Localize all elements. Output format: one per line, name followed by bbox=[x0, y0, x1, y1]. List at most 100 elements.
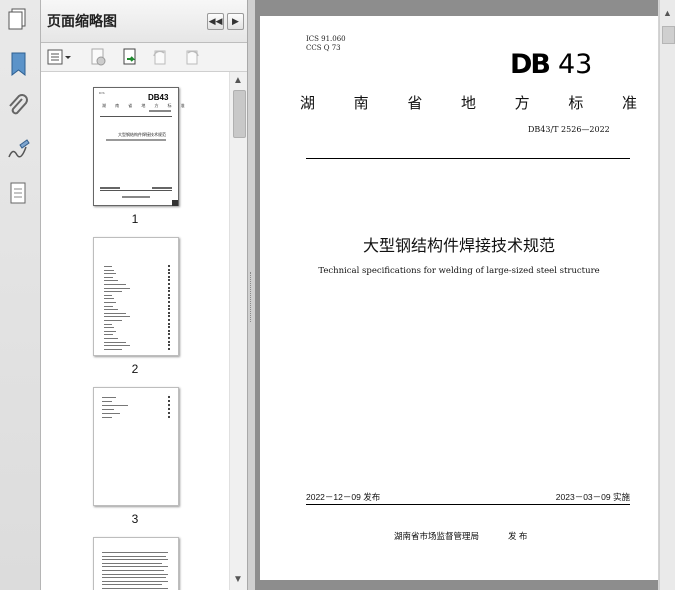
thumb-text-line bbox=[104, 323, 112, 325]
thumbnail-toolbar bbox=[41, 43, 247, 72]
page-thumbnail-2[interactable] bbox=[93, 237, 179, 356]
thumb-resize-handle[interactable] bbox=[172, 200, 178, 206]
thumb-text-line bbox=[102, 570, 164, 571]
thumb-page-ref bbox=[168, 272, 170, 275]
doc-scroll-up-icon[interactable]: ▲ bbox=[663, 8, 672, 18]
thumb-text-line bbox=[102, 584, 162, 586]
thumb-page-ref bbox=[168, 408, 170, 410]
thumb-date-left bbox=[100, 187, 120, 189]
thumb-page-ref bbox=[168, 340, 170, 343]
thumb-text-line bbox=[104, 287, 130, 289]
signature-icon[interactable] bbox=[5, 137, 31, 165]
thumb-text-line bbox=[104, 327, 114, 329]
scrollbar-thumb[interactable] bbox=[233, 90, 246, 138]
thumb-title: 大型钢结构件焊接技术规范 bbox=[118, 132, 166, 137]
thumb-page-ref bbox=[168, 400, 170, 402]
title-chinese: 大型钢结构件焊接技术规范 bbox=[362, 236, 555, 255]
thumb-page-ref bbox=[168, 279, 170, 282]
thumb-text-line bbox=[102, 580, 168, 582]
thumb-page-ref bbox=[168, 297, 170, 300]
thumb-text-line bbox=[104, 284, 126, 285]
thumb-text-line bbox=[104, 280, 118, 282]
thumb-ics: ICS bbox=[99, 91, 105, 95]
thumb-page-ref bbox=[168, 319, 170, 321]
implement-date: 2023－03－09 bbox=[555, 492, 611, 502]
thumb-text-line bbox=[104, 294, 112, 296]
thumb-date-right bbox=[152, 187, 172, 189]
thumb-page-ref bbox=[168, 344, 170, 347]
options-menu-icon[interactable] bbox=[47, 48, 73, 66]
standard-type-char: 地 bbox=[461, 94, 477, 112]
thumb-page-ref bbox=[168, 333, 170, 336]
thumb-text-line bbox=[102, 552, 168, 553]
thumb-text-line bbox=[102, 555, 166, 557]
standard-type-char: 省 bbox=[407, 94, 423, 112]
publisher: 湖南省市场监督管理局 bbox=[394, 531, 480, 541]
thumb-page-ref bbox=[168, 322, 170, 325]
footer-rule bbox=[306, 504, 630, 505]
thumbnail-panel-header: 页面缩略图 ◀◀ ▶ bbox=[41, 0, 247, 43]
thumb-text-line bbox=[104, 320, 122, 321]
thumb-bottom-rule bbox=[100, 190, 172, 191]
thumb-text-line bbox=[102, 588, 168, 589]
province-code: 43 bbox=[558, 49, 593, 80]
thumb-text-line bbox=[104, 330, 116, 332]
page-thumbnails-icon[interactable] bbox=[5, 5, 31, 33]
attachment-icon[interactable] bbox=[5, 93, 31, 121]
page-thumbnail-4[interactable] bbox=[93, 537, 179, 590]
thumb-rule bbox=[100, 116, 172, 117]
navigation-tool-strip bbox=[0, 0, 41, 590]
thumb-text-line bbox=[104, 341, 126, 343]
thumb-page-ref bbox=[168, 416, 170, 418]
rotate-left-icon[interactable] bbox=[151, 48, 169, 66]
document-scrollbar[interactable]: ▲ bbox=[659, 0, 675, 590]
publisher-action: 发 布 bbox=[508, 531, 528, 541]
thumb-text-line bbox=[104, 298, 114, 300]
insert-page-icon[interactable] bbox=[121, 48, 139, 66]
thumb-text-line bbox=[104, 312, 126, 314]
thumb-text-line bbox=[104, 276, 113, 278]
thumb-text-line bbox=[102, 559, 168, 561]
document-page: ICS 91.060 CCS Q 73 DB 43 湖 南 省 地 方 标 准 DB43/T… bbox=[260, 16, 658, 580]
thumb-page-ref bbox=[168, 337, 170, 339]
thumb-text-line bbox=[102, 417, 112, 418]
standard-type-char: 南 bbox=[353, 94, 369, 112]
rotate-right-icon[interactable] bbox=[183, 48, 201, 66]
scroll-down-icon[interactable]: ▼ bbox=[233, 574, 243, 585]
thumb-page-ref bbox=[168, 304, 170, 307]
thumbnail-scrollbar[interactable]: ▲ ▼ bbox=[229, 72, 247, 590]
page-thumbnail-1[interactable]: ICS DB43 湖 南 省 地 方 标 准 大型钢结构件焊接技术规范 bbox=[93, 87, 185, 206]
issue-date-block: 2022－12－09 发布 bbox=[306, 491, 380, 503]
doc-scrollbar-thumb[interactable] bbox=[662, 26, 675, 44]
thumb-publisher-line bbox=[122, 196, 150, 198]
thumb-number-line bbox=[149, 110, 171, 112]
thumbnail-list[interactable]: ICS DB43 湖 南 省 地 方 标 准 大型钢结构件焊接技术规范 1 2 … bbox=[41, 72, 229, 590]
splitter-grip[interactable] bbox=[250, 272, 254, 322]
page-thumbnail-3[interactable] bbox=[93, 387, 179, 506]
thumb-page-ref bbox=[168, 290, 170, 293]
standard-type-char: 准 bbox=[622, 94, 638, 112]
standard-type-char: 湖 bbox=[300, 94, 316, 112]
delete-page-icon[interactable] bbox=[89, 48, 107, 66]
thumb-page-ref bbox=[168, 275, 170, 278]
next-panel-button[interactable]: ▶ bbox=[227, 13, 244, 30]
thumb-text-line bbox=[104, 266, 112, 267]
thumb-page-ref bbox=[168, 412, 170, 414]
thumb-text-line bbox=[102, 566, 168, 568]
thumb-text-line bbox=[104, 338, 118, 339]
thumb-text-line bbox=[104, 316, 130, 318]
bookmark-icon[interactable] bbox=[5, 50, 31, 78]
thumb-text-line bbox=[104, 291, 122, 293]
thumb-text-line bbox=[102, 562, 162, 564]
thumb-text-line bbox=[102, 405, 128, 406]
scroll-up-icon[interactable]: ▲ bbox=[233, 75, 243, 86]
previous-panel-button[interactable]: ◀◀ bbox=[207, 13, 224, 30]
thumb-page-ref bbox=[168, 308, 170, 311]
layers-icon[interactable] bbox=[5, 180, 31, 208]
thumb-page-ref bbox=[168, 265, 170, 267]
thumb-page-ref bbox=[168, 315, 170, 318]
implement-date-block: 2023－03－09 实施 bbox=[556, 491, 630, 503]
issue-date: 2022－12－09 bbox=[306, 492, 361, 502]
thumb-page-ref bbox=[168, 329, 170, 332]
thumb-text-line bbox=[102, 401, 112, 402]
